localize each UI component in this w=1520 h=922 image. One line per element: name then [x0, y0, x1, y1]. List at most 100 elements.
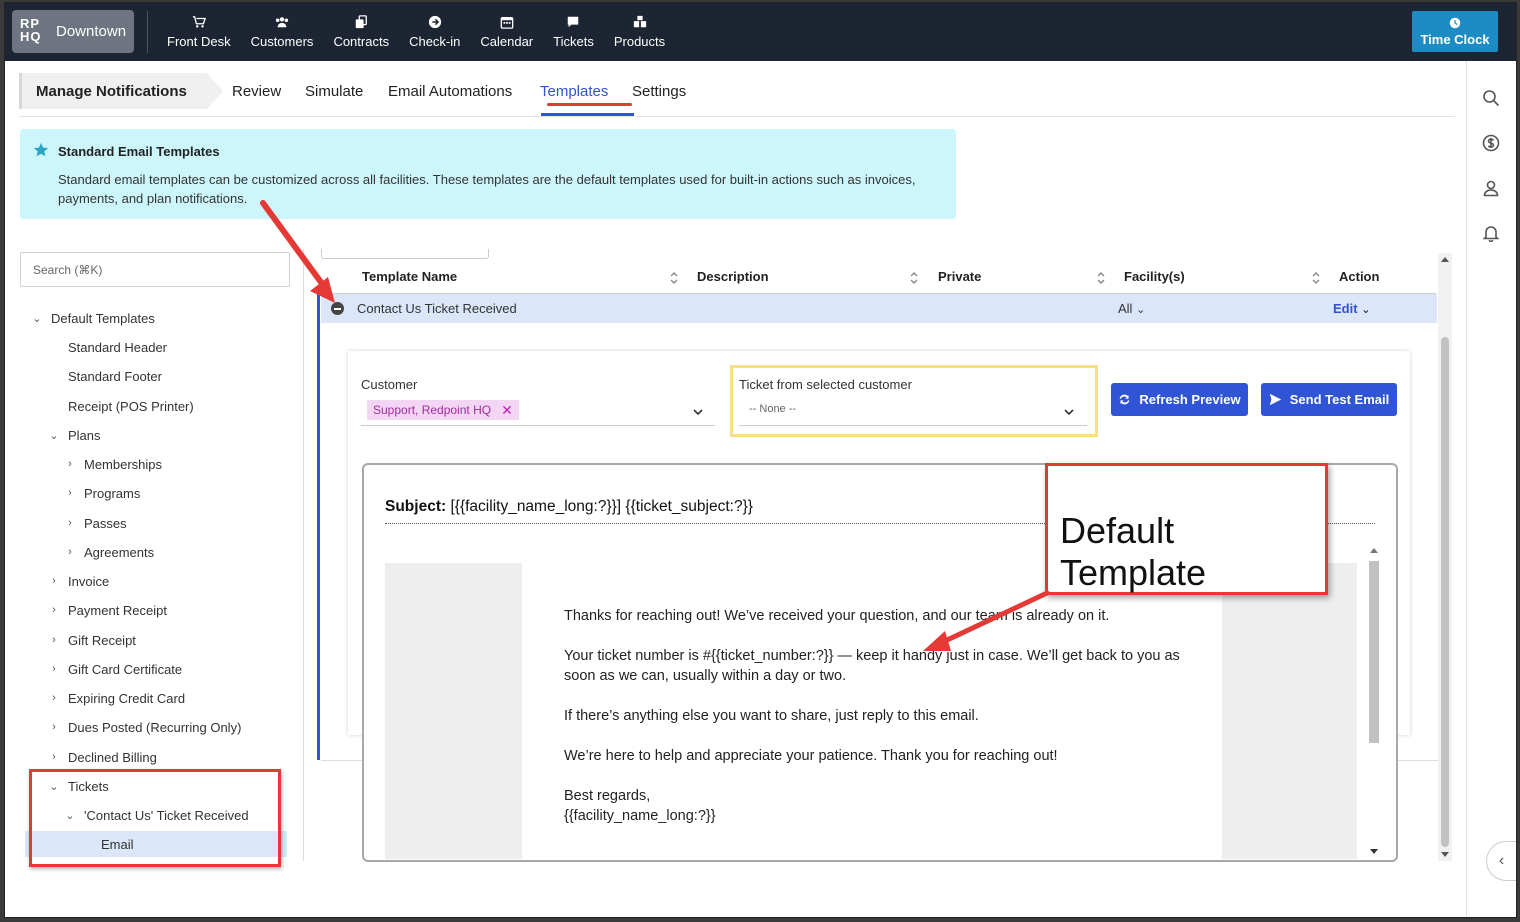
tree-label: Programs: [84, 485, 141, 501]
tree-node-memberships[interactable]: › Memberships: [62, 451, 162, 477]
row-facilities-dropdown[interactable]: All ⌄: [1118, 301, 1145, 316]
bell-icon[interactable]: [1482, 224, 1502, 244]
chevron-down-icon[interactable]: [693, 404, 703, 416]
collapse-row-icon[interactable]: [331, 302, 344, 315]
remove-chip-icon[interactable]: ✕: [501, 402, 513, 419]
tree-node-gift-receipt[interactable]: › Gift Receipt: [46, 627, 136, 653]
edit-label: Edit: [1333, 301, 1358, 316]
nav-customers[interactable]: Customers: [241, 3, 324, 61]
time-clock-label: Time Clock: [1420, 31, 1490, 47]
nav-label: Check-in: [409, 34, 461, 49]
nav-front-desk[interactable]: Front Desk: [157, 3, 241, 61]
nav-tickets[interactable]: Tickets: [543, 3, 604, 61]
scroll-thumb[interactable]: [1369, 561, 1379, 743]
user-icon[interactable]: [1482, 179, 1502, 199]
time-clock-button[interactable]: Time Clock: [1412, 11, 1498, 52]
subject-label: Subject:: [385, 498, 447, 515]
col-private[interactable]: Private: [938, 269, 981, 284]
chevron-right-icon: ›: [52, 604, 56, 616]
scroll-down-icon[interactable]: [1370, 849, 1378, 854]
app-window: RP HQ Downtown Front Desk Customers Contr…: [4, 2, 1517, 918]
nav-contracts[interactable]: Contracts: [323, 3, 399, 61]
tree-node-standard-footer[interactable]: Standard Footer: [68, 363, 162, 389]
email-paragraph: Your ticket number is #{{ticket_number:?…: [564, 648, 1180, 684]
nav-products[interactable]: Products: [604, 3, 675, 61]
tree-node-passes[interactable]: › Passes: [62, 510, 127, 536]
ticket-select-value: -- None --: [749, 403, 797, 415]
tree-node-standard-header[interactable]: Standard Header: [68, 334, 167, 360]
sort-icon[interactable]: [1311, 270, 1321, 286]
send-test-email-button[interactable]: Send Test Email: [1261, 383, 1397, 416]
col-facilities[interactable]: Facility(s): [1124, 269, 1185, 284]
tree-node-default-templates[interactable]: ⌄ Default Templates: [29, 305, 154, 331]
info-body: Standard email templates can be customiz…: [58, 172, 916, 206]
email-signoff: Best regards,: [564, 788, 651, 804]
clock-icon: [1449, 17, 1461, 28]
chevron-right-icon: ›: [52, 634, 56, 646]
boxes-icon: [633, 15, 646, 28]
customer-chip[interactable]: Support, Redpoint HQ ✕: [367, 400, 519, 420]
tree-node-agreements[interactable]: › Agreements: [62, 539, 154, 565]
email-signature: {{facility_name_long:?}}: [564, 808, 716, 824]
tree-label: Declined Billing: [68, 749, 157, 765]
tree-node-declined-billing[interactable]: › Declined Billing: [46, 744, 157, 770]
tab-simulate[interactable]: Simulate: [305, 73, 363, 109]
location-switcher[interactable]: RP HQ Downtown: [12, 10, 134, 53]
preview-scrollbar[interactable]: [1367, 543, 1381, 859]
tree-node-gift-card[interactable]: › Gift Card Certificate: [46, 656, 182, 682]
col-template-name[interactable]: Template Name: [362, 269, 457, 284]
chevron-down-icon[interactable]: [1064, 404, 1074, 416]
nav-calendar[interactable]: Calendar: [470, 3, 543, 61]
search-icon[interactable]: [1482, 89, 1502, 109]
nav-label: Tickets: [553, 34, 594, 49]
send-label: Send Test Email: [1289, 392, 1390, 407]
calendar-icon: [500, 16, 514, 29]
tree-node-programs[interactable]: › Programs: [62, 480, 140, 506]
chat-icon: [568, 16, 579, 28]
tree-node-expiring-credit[interactable]: › Expiring Credit Card: [46, 685, 185, 711]
tree-node-dues-posted[interactable]: › Dues Posted (Recurring Only): [46, 714, 241, 740]
email-margin-left: [385, 563, 522, 859]
cart-icon: [192, 16, 206, 28]
refresh-icon: [1120, 394, 1130, 405]
refresh-preview-button[interactable]: Refresh Preview: [1111, 383, 1248, 416]
col-description[interactable]: Description: [697, 269, 769, 284]
ticket-label: Ticket from selected customer: [739, 377, 912, 392]
template-search-input[interactable]: [20, 252, 290, 287]
nav-divider: [147, 11, 148, 53]
edit-dropdown-button[interactable]: Edit ⌄: [1333, 301, 1370, 316]
scroll-up-icon[interactable]: [1441, 257, 1449, 262]
tree-node-plans[interactable]: ⌄ Plans: [46, 422, 100, 448]
tab-review[interactable]: Review: [232, 73, 281, 109]
nav-label: Contracts: [333, 34, 390, 49]
scroll-down-icon[interactable]: [1441, 852, 1449, 857]
page-title: Manage Notifications: [19, 73, 223, 109]
chip-label: Support, Redpoint HQ: [373, 403, 492, 417]
tab-email-automations[interactable]: Email Automations: [388, 73, 512, 109]
nav-label: Products: [613, 34, 666, 49]
chevron-right-icon: ›: [68, 546, 72, 558]
annotation-box-tickets: [29, 769, 281, 867]
tree-node-payment-receipt[interactable]: › Payment Receipt: [46, 597, 167, 623]
table-scrollbar[interactable]: [1438, 253, 1452, 861]
tree-node-invoice[interactable]: › Invoice: [46, 568, 109, 594]
dollar-icon[interactable]: [1482, 134, 1502, 154]
chevron-right-icon: ›: [52, 692, 56, 704]
tree-label: Memberships: [84, 456, 163, 472]
sort-icon[interactable]: [1096, 270, 1106, 286]
tree-node-receipt[interactable]: Receipt (POS Printer): [68, 393, 194, 419]
sort-icon[interactable]: [669, 270, 679, 286]
scroll-up-icon[interactable]: [1370, 548, 1378, 553]
scroll-thumb[interactable]: [1441, 337, 1449, 847]
tree-label: Receipt (POS Printer): [68, 398, 194, 414]
users-icon: [275, 17, 289, 28]
callout-text: Default Template: [1060, 510, 1207, 593]
row-template-name: Contact Us Ticket Received: [357, 301, 517, 316]
chevron-right-icon: ›: [52, 663, 56, 675]
tab-settings[interactable]: Settings: [632, 73, 686, 109]
sort-icon[interactable]: [909, 270, 919, 286]
email-margin-right: [1222, 563, 1357, 859]
tree-label: Passes: [84, 515, 127, 531]
arrow-circle-icon: [428, 15, 441, 29]
nav-check-in[interactable]: Check-in: [399, 3, 470, 61]
